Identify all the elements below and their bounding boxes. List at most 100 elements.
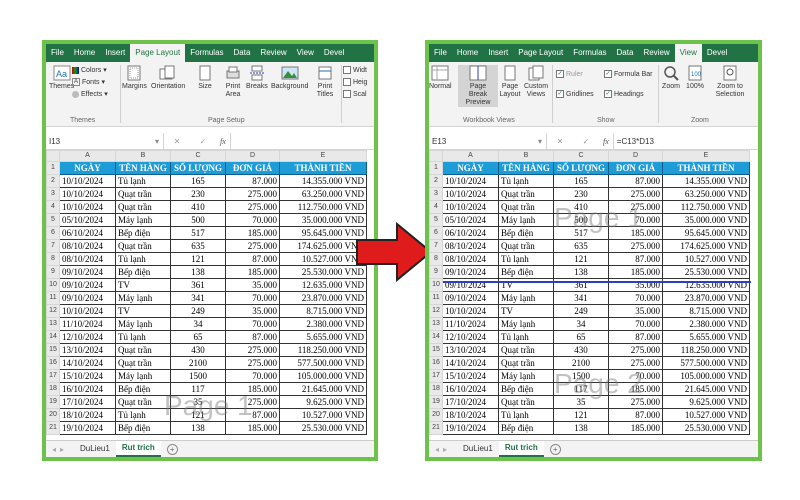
table-cell[interactable]: 13/10/2024 — [59, 343, 116, 357]
table-cell[interactable]: Máy lạnh — [115, 317, 171, 331]
zoom-button[interactable]: Zoom — [662, 65, 680, 91]
row-number[interactable]: 12 — [429, 304, 443, 318]
table-cell[interactable]: Tủ lạnh — [115, 252, 171, 266]
print-titles-button[interactable]: Print Titles — [314, 65, 336, 99]
header-cell[interactable]: TÊN HÀNG — [115, 161, 171, 175]
table-cell[interactable]: 23.870.000 VND — [279, 291, 367, 305]
tab-file[interactable]: File — [429, 44, 452, 62]
tab-view[interactable]: View — [292, 44, 319, 62]
sheet-nav-arrows-icon[interactable]: ◂▸ — [429, 445, 457, 454]
table-cell[interactable]: 65 — [553, 330, 609, 344]
table-cell[interactable]: 95.645.000 VND — [662, 226, 750, 240]
row-number[interactable]: 11 — [46, 291, 60, 305]
table-cell[interactable]: Tủ lạnh — [115, 408, 171, 422]
table-cell[interactable]: 341 — [170, 291, 226, 305]
row-number[interactable]: 3 — [429, 187, 443, 201]
table-cell[interactable]: 12.635.000 VND — [279, 278, 367, 292]
table-cell[interactable]: 5.655.000 VND — [662, 330, 750, 344]
height-control[interactable]: Heig — [343, 78, 367, 86]
row-number[interactable]: 20 — [46, 408, 60, 422]
table-cell[interactable]: 230 — [170, 187, 226, 201]
header-cell[interactable]: THÀNH TIỀN — [662, 161, 750, 175]
row-number[interactable]: 19 — [429, 395, 443, 409]
row-number[interactable]: 1 — [46, 161, 60, 175]
row-number[interactable]: 18 — [429, 382, 443, 396]
sheet-tab-rut-trich[interactable]: Rut trich — [115, 441, 161, 457]
table-cell[interactable]: 138 — [553, 421, 609, 435]
table-cell[interactable]: Tủ lạnh — [498, 408, 554, 422]
table-cell[interactable]: 05/10/2024 — [59, 213, 116, 227]
table-cell[interactable]: 249 — [170, 304, 226, 318]
table-cell[interactable]: 12/10/2024 — [59, 330, 116, 344]
table-cell[interactable]: 09/10/2024 — [442, 265, 499, 279]
header-cell[interactable]: THÀNH TIỀN — [279, 161, 367, 175]
table-cell[interactable]: 249 — [553, 304, 609, 318]
table-cell[interactable]: 10/10/2024 — [59, 174, 116, 188]
header-cell[interactable]: TÊN HÀNG — [498, 161, 554, 175]
table-cell[interactable]: 87.000 — [225, 330, 280, 344]
themes-button[interactable]: Aa Themes — [49, 65, 74, 91]
table-cell[interactable]: 1500 — [170, 369, 226, 383]
column-header-e[interactable]: E — [279, 150, 367, 162]
table-cell[interactable]: 17/10/2024 — [442, 395, 499, 409]
table-cell[interactable]: 35 — [170, 395, 226, 409]
row-number[interactable]: 10 — [429, 278, 443, 292]
table-cell[interactable]: 138 — [170, 421, 226, 435]
header-cell[interactable]: NGÀY — [442, 161, 499, 175]
table-cell[interactable]: 430 — [553, 343, 609, 357]
formula-input[interactable] — [229, 133, 374, 149]
table-cell[interactable]: 70.000 — [608, 317, 663, 331]
table-cell[interactable]: Quạt trần — [498, 395, 554, 409]
row-number[interactable]: 12 — [46, 304, 60, 318]
tab-home[interactable]: Home — [69, 44, 100, 62]
tab-view[interactable]: View — [674, 44, 702, 62]
table-cell[interactable]: 87.000 — [225, 174, 280, 188]
table-cell[interactable]: Máy lạnh — [498, 317, 554, 331]
table-cell[interactable]: 34 — [553, 317, 609, 331]
margins-button[interactable]: Margins — [122, 65, 147, 91]
table-cell[interactable]: 275.000 — [225, 356, 280, 370]
tab-page-layout[interactable]: Page Layout — [513, 44, 568, 62]
row-number[interactable]: 15 — [429, 343, 443, 357]
table-cell[interactable]: 117 — [170, 382, 226, 396]
table-cell[interactable]: 95.645.000 VND — [279, 226, 367, 240]
header-cell[interactable]: SỐ LƯỢNG — [553, 161, 609, 175]
header-cell[interactable]: NGÀY — [59, 161, 116, 175]
table-cell[interactable]: 577.500.000 VND — [279, 356, 367, 370]
print-area-button[interactable]: Print Area — [220, 65, 246, 99]
add-sheet-icon[interactable]: + — [549, 443, 561, 455]
row-number[interactable]: 5 — [429, 213, 443, 227]
table-cell[interactable]: 21.645.000 VND — [279, 382, 367, 396]
table-cell[interactable]: 2.380.000 VND — [662, 317, 750, 331]
row-number[interactable]: 3 — [46, 187, 60, 201]
table-cell[interactable]: 10.527.000 VND — [662, 252, 750, 266]
table-cell[interactable]: 165 — [553, 174, 609, 188]
sheet-nav-arrows-icon[interactable]: ◂▸ — [46, 445, 74, 454]
table-cell[interactable]: 8.715.000 VND — [662, 304, 750, 318]
table-cell[interactable]: 10/10/2024 — [442, 200, 499, 214]
column-header-d[interactable]: D — [225, 150, 280, 162]
table-cell[interactable]: 10/10/2024 — [59, 304, 116, 318]
formula-bar-checkbox[interactable]: ✓ Formula Bar — [604, 70, 653, 78]
column-header-e[interactable]: E — [662, 150, 750, 162]
table-cell[interactable]: 230 — [553, 187, 609, 201]
table-cell[interactable]: 08/10/2024 — [442, 252, 499, 266]
fonts-button[interactable]: A Fonts ▾ — [72, 78, 105, 86]
table-cell[interactable]: 13/10/2024 — [442, 343, 499, 357]
table-cell[interactable]: 35 — [553, 395, 609, 409]
table-cell[interactable]: 10.527.000 VND — [279, 252, 367, 266]
table-cell[interactable]: 121 — [170, 252, 226, 266]
table-cell[interactable]: 70.000 — [225, 213, 280, 227]
sheet-tab-dulieu1[interactable]: DuLieu1 — [457, 441, 499, 457]
normal-view-button[interactable]: Normal — [429, 65, 452, 91]
table-cell[interactable]: 70.000 — [225, 291, 280, 305]
cancel-icon[interactable]: ✕ — [174, 137, 181, 146]
table-cell[interactable]: 06/10/2024 — [59, 226, 116, 240]
table-cell[interactable]: 341 — [553, 291, 609, 305]
width-control[interactable]: Widt — [343, 66, 367, 74]
table-cell[interactable]: 09/10/2024 — [59, 265, 116, 279]
table-cell[interactable]: 25.530.000 VND — [662, 265, 750, 279]
column-header-c[interactable]: C — [170, 150, 226, 162]
row-number[interactable]: 4 — [429, 200, 443, 214]
tab-page-layout[interactable]: Page Layout — [130, 44, 186, 62]
